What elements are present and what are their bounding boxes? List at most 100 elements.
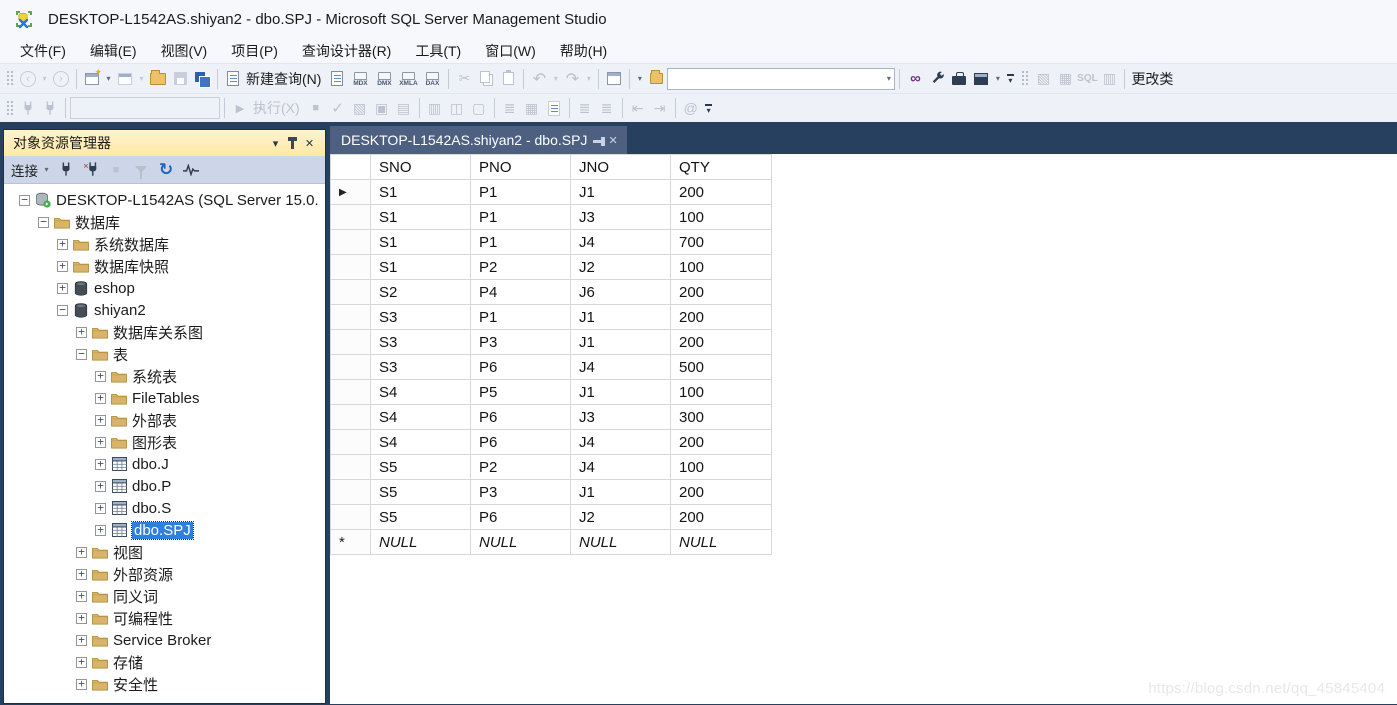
tree-item-label[interactable]: 存储 xyxy=(113,652,143,673)
connect-icon[interactable] xyxy=(17,97,39,119)
expand-toggle-icon[interactable]: + xyxy=(95,437,106,448)
expand-toggle-icon[interactable]: + xyxy=(76,569,87,580)
redo-dropdown[interactable]: ▾ xyxy=(583,68,594,90)
grid-cell[interactable]: P1 xyxy=(471,205,571,230)
grid-cell[interactable]: 300 xyxy=(671,405,772,430)
xmla-query-icon[interactable]: XMLA xyxy=(396,67,420,91)
toolbox-icon[interactable] xyxy=(948,68,970,90)
grid-cell[interactable]: P6 xyxy=(471,430,571,455)
tree-item[interactable]: + 系统数据库 xyxy=(4,233,325,255)
grid-cell[interactable]: P3 xyxy=(471,330,571,355)
menu-item-6[interactable]: 窗口(W) xyxy=(473,39,548,63)
grid-cell[interactable]: S1 xyxy=(371,180,471,205)
tree-item-label[interactable]: dbo.P xyxy=(132,478,171,495)
pin-icon[interactable] xyxy=(284,135,301,152)
grid-cell[interactable]: S4 xyxy=(371,405,471,430)
column-header[interactable]: QTY xyxy=(671,155,772,180)
tree-item-label[interactable]: shiyan2 xyxy=(94,302,146,319)
grid-pane-icon[interactable]: ▦ xyxy=(1054,68,1076,90)
tree-item[interactable]: +系统表 xyxy=(4,365,325,387)
navigate-back-dropdown[interactable]: ▾ xyxy=(39,68,50,90)
dax-query-icon[interactable]: DAX xyxy=(420,67,444,91)
tree-item[interactable]: + FileTables xyxy=(4,387,325,409)
grid-cell[interactable]: P6 xyxy=(471,405,571,430)
tree-item-label[interactable]: 数据库 xyxy=(75,212,120,233)
dmx-query-icon[interactable]: DMX xyxy=(372,67,396,91)
row-selector[interactable] xyxy=(331,505,371,530)
showplan-icon[interactable]: ▧ xyxy=(349,97,371,119)
find-combobox[interactable]: ▾ xyxy=(667,68,895,90)
tree-item[interactable]: +数据库关系图 xyxy=(4,321,325,343)
find-in-files-icon[interactable] xyxy=(645,68,667,90)
grid-cell[interactable]: S3 xyxy=(371,355,471,380)
expand-toggle-icon[interactable]: + xyxy=(76,679,87,690)
row-selector[interactable] xyxy=(331,230,371,255)
disconnect-object-icon[interactable]: ✕ xyxy=(80,159,102,181)
column-header[interactable]: JNO xyxy=(571,155,671,180)
command-window-icon[interactable] xyxy=(970,68,992,90)
save-icon[interactable] xyxy=(169,68,191,90)
grid-cell[interactable]: S4 xyxy=(371,430,471,455)
grid-cell[interactable]: J3 xyxy=(571,205,671,230)
menu-item-3[interactable]: 项目(P) xyxy=(219,39,290,63)
grid-cell[interactable]: S1 xyxy=(371,230,471,255)
tree-item[interactable]: +图形表 xyxy=(4,431,325,453)
add-item-dropdown[interactable]: ▾ xyxy=(136,68,147,90)
toolbar-drag-grip[interactable] xyxy=(1021,70,1028,87)
row-selector[interactable] xyxy=(331,455,371,480)
sql-pane-icon[interactable]: SQL xyxy=(1076,68,1098,90)
grid-cell[interactable]: 200 xyxy=(671,505,772,530)
grid-cell[interactable]: S3 xyxy=(371,305,471,330)
grid-cell[interactable]: J2 xyxy=(571,505,671,530)
collapse-toggle-icon[interactable]: − xyxy=(38,217,49,228)
toolbar-drag-grip[interactable] xyxy=(6,100,13,117)
tab-pin-icon[interactable] xyxy=(596,135,599,146)
tree-item-label[interactable]: 同义词 xyxy=(113,586,158,607)
menu-item-2[interactable]: 视图(V) xyxy=(149,39,220,63)
menu-item-1[interactable]: 编辑(E) xyxy=(78,39,149,63)
grid-cell[interactable]: J6 xyxy=(571,280,671,305)
expand-toggle-icon[interactable]: + xyxy=(57,239,68,250)
tree-item-label[interactable]: Service Broker xyxy=(113,632,211,649)
tree-item-label[interactable]: FileTables xyxy=(132,390,200,407)
row-selector[interactable] xyxy=(331,480,371,505)
new-query-icon[interactable] xyxy=(222,68,244,90)
actual-plan-icon[interactable]: ▥ xyxy=(424,97,446,119)
window-position-dropdown-icon[interactable]: ▾ xyxy=(267,135,284,152)
expand-toggle-icon[interactable]: + xyxy=(95,503,106,514)
save-all-icon[interactable] xyxy=(191,68,213,90)
new-row-marker[interactable]: * xyxy=(331,530,371,555)
grid-cell[interactable]: J2 xyxy=(571,255,671,280)
tree-item[interactable]: +视图 xyxy=(4,541,325,563)
column-header[interactable]: SNO xyxy=(371,155,471,180)
grid-cell-null[interactable]: NULL xyxy=(471,530,571,555)
grid-cell[interactable]: J4 xyxy=(571,455,671,480)
row-selector[interactable] xyxy=(331,330,371,355)
expand-toggle-icon[interactable]: + xyxy=(95,481,106,492)
refresh-icon[interactable]: ↻ xyxy=(155,159,177,181)
collapse-toggle-icon[interactable]: − xyxy=(76,349,87,360)
tree-item-label[interactable]: 外部表 xyxy=(132,410,177,431)
undo-icon[interactable]: ↶ xyxy=(528,68,550,90)
tree-item-label[interactable]: 系统数据库 xyxy=(94,234,169,255)
grid-cell[interactable]: J3 xyxy=(571,405,671,430)
find-combobox-input[interactable] xyxy=(668,69,883,89)
cut-icon[interactable]: ✂ xyxy=(453,68,475,90)
grid-cell[interactable]: P2 xyxy=(471,255,571,280)
add-item-icon[interactable] xyxy=(114,68,136,90)
expand-toggle-icon[interactable]: + xyxy=(95,415,106,426)
expand-toggle-icon[interactable]: + xyxy=(76,635,87,646)
mdx-query-icon[interactable]: MDX xyxy=(348,67,372,91)
grid-cell[interactable]: S1 xyxy=(371,205,471,230)
expand-toggle-icon[interactable]: + xyxy=(95,393,106,404)
connect-menu-button[interactable]: 连接 xyxy=(11,160,38,180)
grid-cell[interactable]: 200 xyxy=(671,330,772,355)
tab-close-icon[interactable]: ✕ xyxy=(608,134,617,147)
results-to-file-icon[interactable]: ▢ xyxy=(468,97,490,119)
grid-cell[interactable]: P6 xyxy=(471,505,571,530)
increase-indent-icon[interactable]: ⇥ xyxy=(649,97,671,119)
query-window-icon[interactable] xyxy=(603,68,625,90)
vs-window-icon[interactable]: ∞ xyxy=(904,68,926,90)
menu-item-5[interactable]: 工具(T) xyxy=(403,39,473,63)
expand-toggle-icon[interactable]: + xyxy=(76,591,87,602)
